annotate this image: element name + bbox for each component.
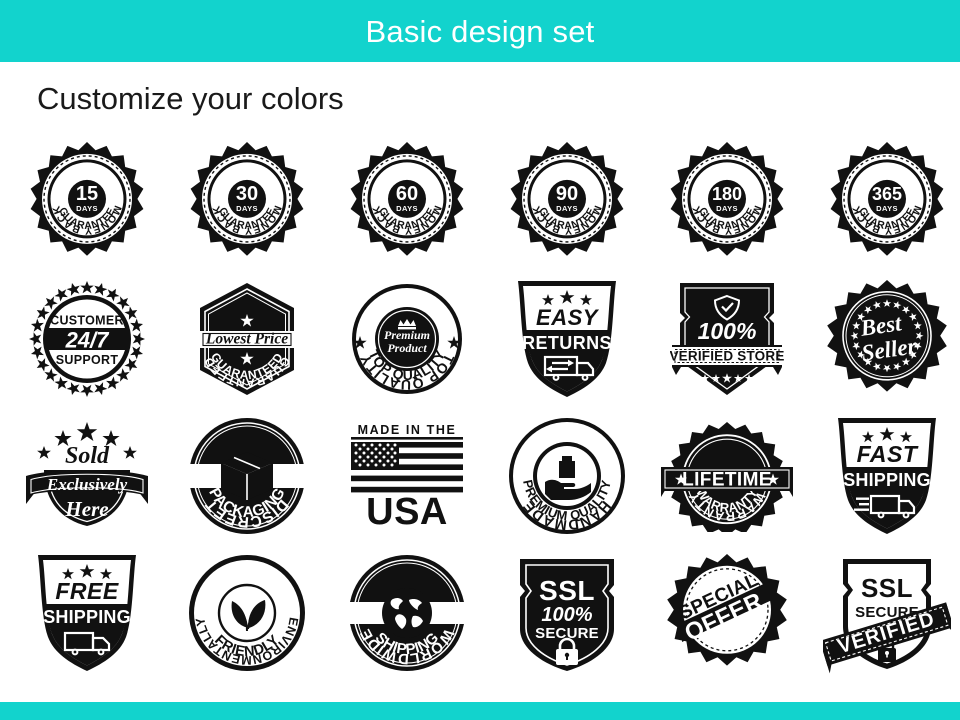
badge-line1: EASY [536, 305, 600, 330]
header-bar: Basic design set [0, 0, 960, 62]
badge-ssl-100-secure[interactable]: SSL 100% SECURE [493, 544, 640, 681]
badge-lifetime-warranty[interactable]: WARRANTY WARRANTY LIFETIME [653, 407, 800, 544]
badge-ssl-secure-verified[interactable]: SSL SECURE VERIFIED [813, 544, 960, 681]
badge-line3: Here [64, 497, 108, 521]
badge-worldwide-shipping[interactable]: WORLDWIDE SHIPPING [333, 544, 480, 681]
badge-center-secondary: DAYS [556, 204, 578, 213]
badge-center-secondary: DAYS [876, 204, 898, 213]
badge-row: MONEY BACK GUARANTEE 15 DAYS MONEY BACK … [0, 133, 960, 270]
badge-handmade-premium-quality[interactable]: HANDMADE PREMIUM QUALITY [493, 407, 640, 544]
us-flag-icon [350, 441, 463, 492]
page-title: Basic design set [365, 13, 595, 49]
badge-lowest-price-guaranteed[interactable]: GUARANTEED GUARANTEED Lowest Price [173, 270, 320, 407]
badge-banner-text: Exclusively [45, 475, 127, 494]
badge-line1: FREE [55, 578, 119, 604]
badge-center-primary: 15 [75, 183, 97, 205]
badge-environmentally-friendly[interactable]: ENVIRONMENTALLY FRIENDLY [173, 544, 320, 681]
badge-line1: MADE IN THE [357, 423, 456, 437]
badge-line2: 100% [541, 604, 592, 626]
badge-made-in-the-usa[interactable]: MADE IN THE USA [333, 407, 480, 544]
badge-center-secondary: DAYS [396, 204, 418, 213]
badge-line1: Sold [64, 443, 109, 469]
badge-line2: SHIPPING [43, 607, 131, 627]
badge-banner-text: Lowest Price [204, 330, 287, 347]
badge-row: Sold Exclusively Here DISCREET PACKAGING… [0, 407, 960, 544]
badge-center-secondary: DAYS [76, 204, 98, 213]
badge-banner-text: VERIFIED STORE [670, 348, 784, 363]
badge-center-primary: 60 [395, 183, 417, 205]
globe-icon [381, 587, 432, 638]
badge-best-seller[interactable]: Best Seller [813, 270, 960, 407]
badge-center-primary: 30 [235, 183, 257, 205]
badge-verified-store-100[interactable]: 100% VERIFIED STORE [653, 270, 800, 407]
badge-easy-returns[interactable]: EASY RETURNS [493, 270, 640, 407]
badge-money-back-guarantee-30[interactable]: MONEY BACK GUARANTEE 30 DAYS [173, 133, 320, 270]
badge-grid: MONEY BACK GUARANTEE 15 DAYS MONEY BACK … [0, 133, 960, 681]
badge-center-line1: Premium [383, 328, 429, 342]
badge-top-quality-premium-product[interactable]: TOP QUALITY TOP QUALITY Premium Product [333, 270, 480, 407]
badge-line2: 24/7 [64, 327, 110, 352]
badge-line1: SSL [860, 573, 912, 603]
badge-sold-exclusively-here[interactable]: Sold Exclusively Here [13, 407, 160, 544]
footer-bar [0, 702, 960, 720]
badge-center-primary: 180 [711, 184, 741, 204]
badge-customer-24-7-support[interactable]: CUSTOMER 24/7 SUPPORT [13, 270, 160, 407]
badge-center-primary: 90 [555, 183, 577, 205]
badge-line2: USA [366, 491, 448, 532]
badge-center-line2: Product [387, 341, 427, 355]
badge-line1: CUSTOMER [50, 313, 124, 327]
badge-line2: RETURNS [522, 333, 612, 353]
badge-line1: SSL [539, 575, 595, 606]
badge-banner-text: LIFETIME [682, 469, 772, 490]
badge-center-secondary: DAYS [716, 204, 738, 213]
badge-row: FREE SHIPPING ENVIRONMENTALLY FRIENDLY W… [0, 544, 960, 681]
badge-special-offer[interactable]: SPECIAL OFFER [653, 544, 800, 681]
badge-center-secondary: DAYS [236, 204, 258, 213]
badge-free-shipping[interactable]: FREE SHIPPING [13, 544, 160, 681]
badge-money-back-guarantee-180[interactable]: MONEY BACK GUARANTEE 180 DAYS [653, 133, 800, 270]
badge-money-back-guarantee-60[interactable]: MONEY BACK GUARANTEE 60 DAYS [333, 133, 480, 270]
badge-line1: 100% [697, 318, 756, 344]
badge-money-back-guarantee-90[interactable]: MONEY BACK GUARANTEE 90 DAYS [493, 133, 640, 270]
subtitle: Customize your colors [37, 81, 344, 116]
badge-discreet-packaging[interactable]: DISCREET PACKAGING [173, 407, 320, 544]
badge-line1: FAST [856, 441, 918, 467]
slide-canvas: Basic design set Customize your colors M… [0, 0, 960, 720]
badge-money-back-guarantee-15[interactable]: MONEY BACK GUARANTEE 15 DAYS [13, 133, 160, 270]
badge-line3: SUPPORT [55, 353, 118, 367]
badge-line2: SHIPPING [843, 470, 931, 490]
badge-fast-shipping[interactable]: FAST SHIPPING [813, 407, 960, 544]
badge-money-back-guarantee-365[interactable]: MONEY BACK GUARANTEE 365 DAYS [813, 133, 960, 270]
badge-row: CUSTOMER 24/7 SUPPORT GUARANTEED GUARANT… [0, 270, 960, 407]
badge-center-primary: 365 [871, 184, 901, 204]
